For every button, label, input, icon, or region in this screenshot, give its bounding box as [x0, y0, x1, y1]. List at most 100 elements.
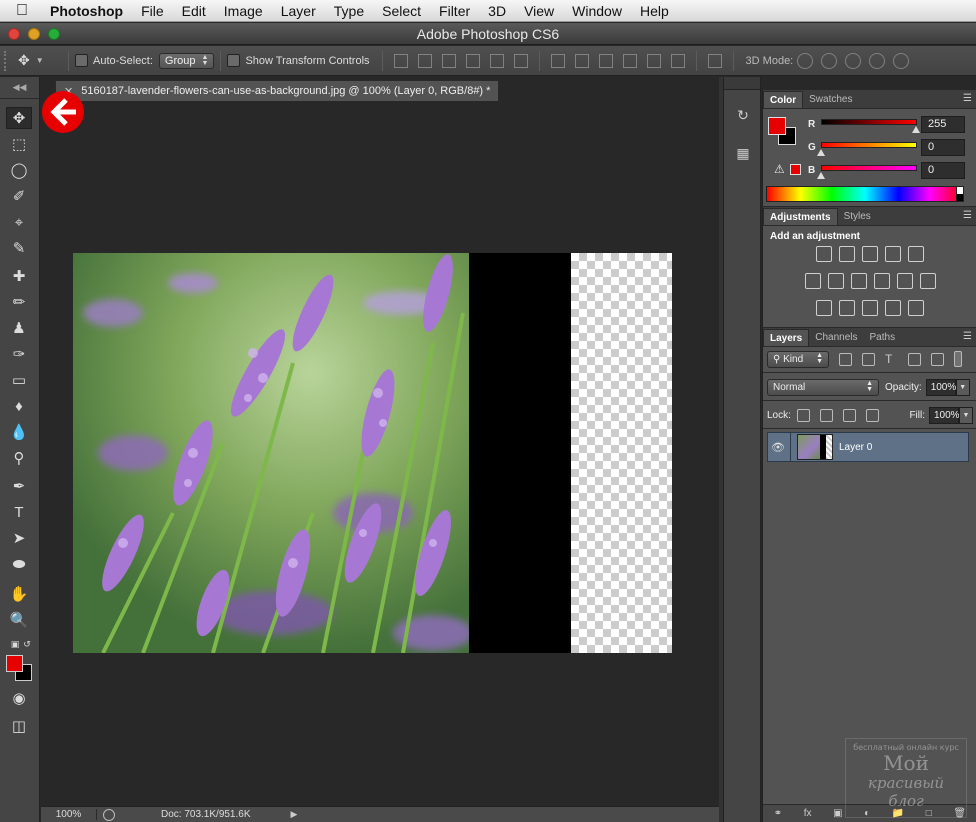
menu-filter[interactable]: Filter [430, 0, 479, 22]
tab-styles[interactable]: Styles [838, 208, 877, 225]
distribute-left-icon[interactable] [622, 53, 637, 68]
3d-pan-icon[interactable] [845, 52, 862, 69]
panel-menu-icon[interactable]: ☰ [963, 331, 972, 342]
distribute-vcenter-icon[interactable] [574, 53, 589, 68]
lasso-tool-icon[interactable]: ◯ [6, 159, 32, 181]
tab-swatches[interactable]: Swatches [803, 91, 858, 108]
options-grip[interactable] [4, 50, 12, 71]
zoom-level[interactable]: 100% [41, 809, 97, 820]
vibrance-icon[interactable] [908, 246, 924, 262]
distribute-hcenter-icon[interactable] [646, 53, 661, 68]
r-slider-thumb[interactable] [912, 126, 920, 133]
filter-shape-icon[interactable] [908, 352, 921, 366]
r-value-field[interactable]: 255 [921, 116, 965, 133]
lock-all-icon[interactable] [865, 408, 879, 422]
history-panel-icon[interactable]: ↻ [730, 103, 756, 127]
posterize-icon[interactable] [839, 300, 855, 316]
b-slider[interactable] [821, 165, 917, 171]
layer-row[interactable]: 👁 Layer 0 [767, 432, 969, 462]
color-balance-icon[interactable] [827, 273, 844, 289]
menu-file[interactable]: File [132, 0, 173, 22]
color-spectrum-ramp[interactable] [766, 186, 964, 202]
menu-layer[interactable]: Layer [272, 0, 325, 22]
tab-paths[interactable]: Paths [864, 329, 902, 346]
healing-brush-tool-icon[interactable]: ✚ [6, 265, 32, 287]
invert-icon[interactable] [816, 300, 832, 316]
status-options-icon[interactable] [103, 808, 115, 821]
g-slider-thumb[interactable] [817, 149, 825, 156]
b-value-field[interactable]: 0 [921, 162, 965, 179]
fill-dropdown-icon[interactable]: ▼ [959, 406, 973, 424]
crop-tool-icon[interactable]: ⌖ [6, 211, 32, 233]
eraser-tool-icon[interactable]: ▭ [6, 369, 32, 391]
black-white-ramp[interactable] [956, 186, 964, 202]
auto-align-icon[interactable] [707, 53, 722, 68]
3d-slide-icon[interactable] [869, 52, 886, 69]
document-canvas[interactable] [73, 253, 672, 653]
blur-tool-icon[interactable]: 💧 [6, 421, 32, 443]
foreground-color-swatch[interactable] [768, 117, 786, 135]
3d-rotate-icon[interactable] [797, 52, 814, 69]
marquee-tool-icon[interactable]: ⬚ [6, 133, 32, 155]
dodge-tool-icon[interactable]: ⚲ [6, 447, 32, 469]
status-menu-icon[interactable]: ▶ [291, 809, 298, 820]
filter-adjustment-icon[interactable] [862, 352, 875, 366]
quick-mask-icon[interactable]: ◉ [6, 687, 32, 709]
align-bottom-icon[interactable] [441, 53, 456, 68]
screen-mode-icon[interactable]: ◫ [6, 715, 32, 737]
history-brush-tool-icon[interactable]: ✑ [6, 343, 32, 365]
path-selection-tool-icon[interactable]: ➤ [6, 527, 32, 549]
clone-stamp-tool-icon[interactable]: ♟ [6, 317, 32, 339]
apple-icon[interactable]:  [0, 2, 44, 20]
paint-bucket-tool-icon[interactable]: ♦ [6, 395, 32, 417]
menu-type[interactable]: Type [325, 0, 373, 22]
menu-view[interactable]: View [515, 0, 563, 22]
photo-filter-icon[interactable] [873, 273, 890, 289]
filter-pixel-icon[interactable] [839, 352, 852, 366]
properties-panel-icon[interactable]: ▦ [730, 141, 756, 165]
hue-saturation-icon[interactable] [804, 273, 821, 289]
align-right-icon[interactable] [513, 53, 528, 68]
show-transform-checkbox[interactable] [227, 54, 241, 67]
filter-toggle-icon[interactable] [954, 351, 962, 367]
dock-header[interactable] [724, 77, 760, 90]
menu-edit[interactable]: Edit [173, 0, 215, 22]
black-white-icon[interactable] [850, 273, 867, 289]
lock-position-icon[interactable] [842, 408, 856, 422]
menu-3d[interactable]: 3D [479, 0, 515, 22]
quick-select-tool-icon[interactable]: ✐ [6, 185, 32, 207]
foreground-color-swatch[interactable] [6, 655, 23, 672]
menu-help[interactable]: Help [631, 0, 678, 22]
gradient-map-icon[interactable] [908, 300, 924, 316]
eyedropper-tool-icon[interactable]: ✎ [6, 237, 32, 259]
selective-color-icon[interactable] [885, 300, 901, 316]
r-slider[interactable] [821, 119, 917, 125]
align-hcenter-icon[interactable] [489, 53, 504, 68]
threshold-icon[interactable] [862, 300, 878, 316]
3d-scale-icon[interactable] [893, 52, 910, 69]
align-top-icon[interactable] [393, 53, 408, 68]
hand-tool-icon[interactable]: ✋ [6, 583, 32, 605]
menu-window[interactable]: Window [563, 0, 631, 22]
tab-adjustments[interactable]: Adjustments [763, 208, 838, 225]
eye-icon[interactable]: 👁 [768, 441, 788, 454]
pen-tool-icon[interactable]: ✒ [6, 475, 32, 497]
opacity-dropdown-icon[interactable]: ▼ [955, 378, 970, 396]
b-slider-thumb[interactable] [817, 172, 825, 179]
add-mask-icon[interactable]: ▣ [833, 808, 842, 819]
align-left-icon[interactable] [465, 53, 480, 68]
tab-layers[interactable]: Layers [763, 329, 810, 346]
align-vcenter-icon[interactable] [417, 53, 432, 68]
color-lookup-icon[interactable] [919, 273, 936, 289]
exposure-icon[interactable] [885, 246, 901, 262]
collapse-tools-icon[interactable]: ◀◀ [0, 77, 39, 99]
document-tab[interactable]: ✕ 5160187-lavender-flowers-can-use-as-ba… [55, 80, 500, 101]
lock-transparency-icon[interactable] [796, 408, 810, 422]
filter-type-icon[interactable]: T [885, 352, 898, 366]
channel-mixer-icon[interactable] [896, 273, 913, 289]
layer-style-icon[interactable]: fx [804, 808, 812, 819]
g-value-field[interactable]: 0 [921, 139, 965, 156]
opacity-field[interactable]: 100% [925, 378, 956, 396]
levels-icon[interactable] [839, 246, 855, 262]
menu-app[interactable]: Photoshop [44, 0, 132, 22]
